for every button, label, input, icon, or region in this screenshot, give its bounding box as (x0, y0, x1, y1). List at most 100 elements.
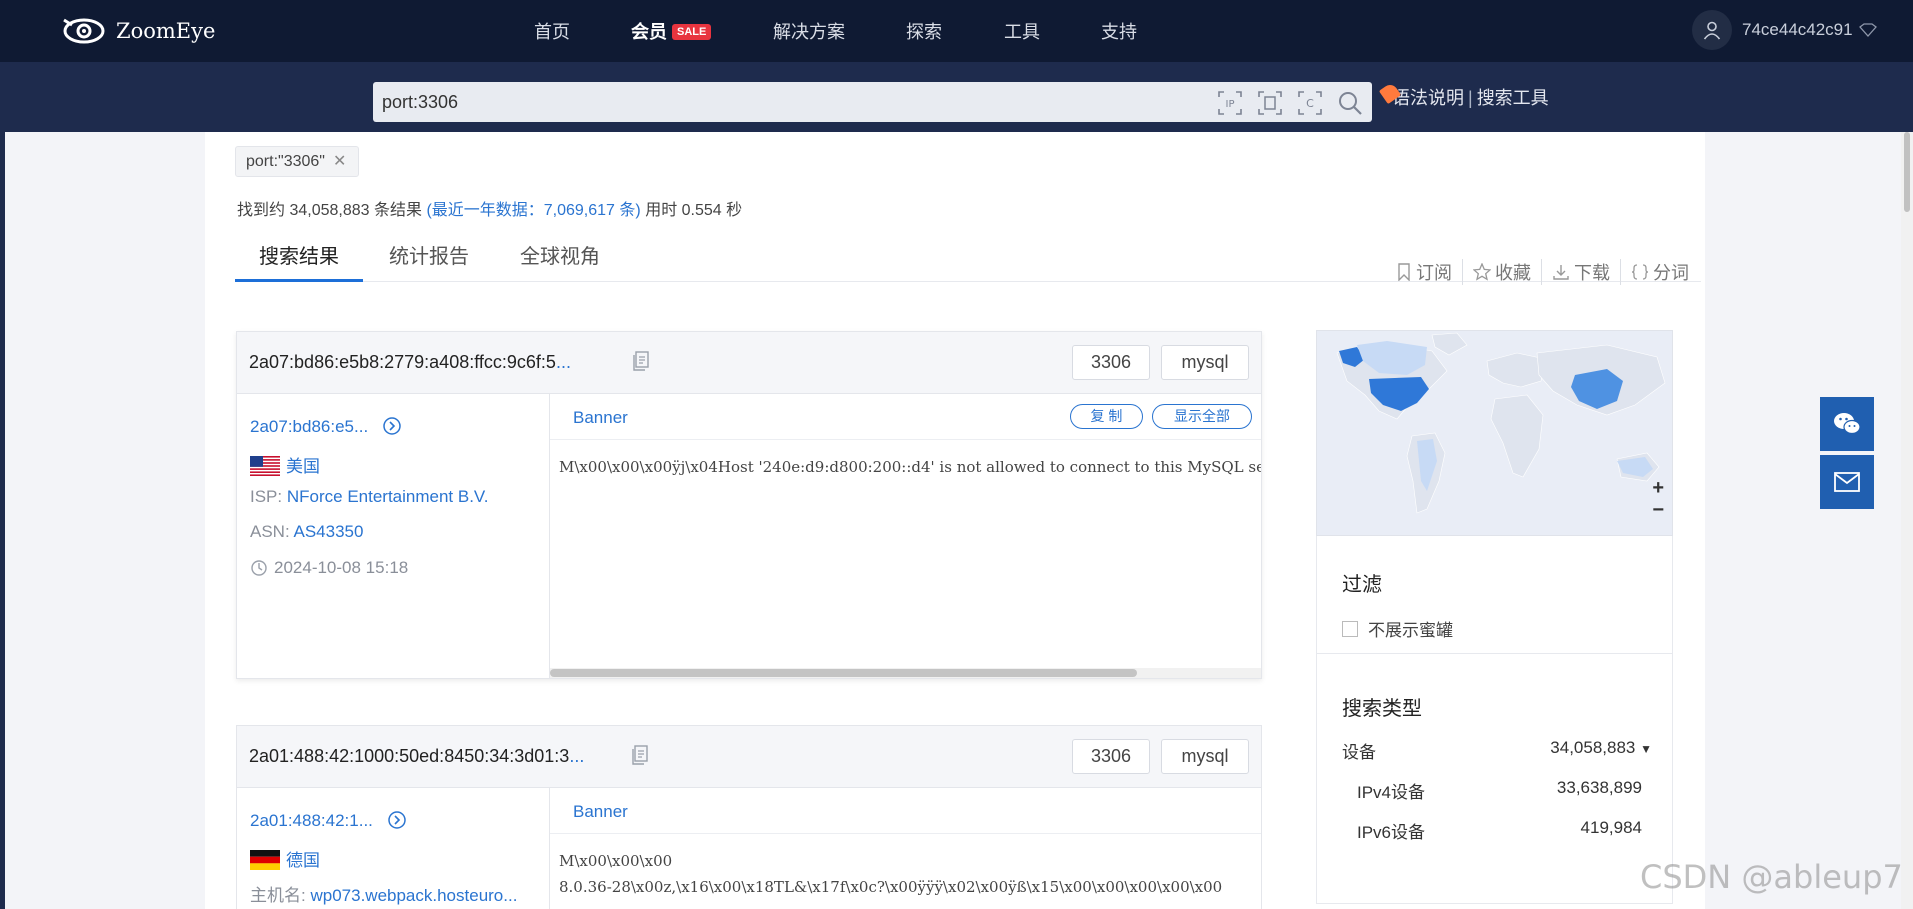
result-ip-short[interactable]: 2a07:bd86:e5... (250, 416, 402, 437)
scrollbar-thumb[interactable] (550, 669, 1137, 677)
user-menu[interactable]: 74ce44c42c91 (1692, 10, 1877, 50)
braces-icon (1631, 264, 1649, 280)
ipv4-label: IPv4设备 (1357, 783, 1426, 802)
port-pill[interactable]: 3306 (1072, 345, 1150, 380)
isp-link[interactable]: NForce Entertainment B.V. (287, 487, 489, 506)
nav-explore[interactable]: 探索 (906, 18, 942, 44)
tab-global-view[interactable]: 全球视角 (496, 242, 624, 282)
isp-label: ISP: (250, 487, 283, 506)
tokenize-button[interactable]: 分词 (1620, 259, 1699, 285)
result-stats: 找到约 34,058,883 条结果 (最近一年数据：7,069,617 条) … (237, 196, 742, 220)
query-tag[interactable]: port:"3306" ✕ (235, 146, 360, 177)
star-icon (1473, 263, 1491, 281)
ipv4-count: 33,638,899 (1556, 778, 1642, 797)
sale-badge: SALE (672, 24, 712, 40)
result-actions: 订阅 收藏 下载 分词 (1386, 259, 1699, 285)
nav-home[interactable]: 首页 (534, 18, 570, 44)
nav-member-label: 会员 (631, 22, 667, 42)
filter-title: 过滤 (1342, 574, 1382, 596)
result-card: 2a01:488:42:1000:50ed:8450:34:3d01:3... … (236, 725, 1262, 909)
banner-text[interactable]: M\x00\x00\x00 8.0.36-28\x00z,\x16\x00\x1… (559, 848, 1261, 900)
result-card-body: 2a07:bd86:e5... 美国 ISP: NForce Entertain… (237, 394, 1261, 678)
svg-text:C: C (1306, 97, 1314, 110)
favorite-label: 收藏 (1495, 263, 1531, 283)
ipv6-row[interactable]: IPv6设备 419,984 (1357, 818, 1642, 843)
arrow-circle-icon[interactable] (387, 810, 407, 830)
main-nav: 首页 会员 SALE 解决方案 探索 工具 支持 (0, 0, 1913, 62)
ip-short-label: 2a07:bd86:e5... (250, 417, 369, 436)
result-ip-title[interactable]: 2a01:488:42:1000:50ed:8450:34:3d01:3... (249, 746, 584, 767)
map-zoom-in[interactable]: + (1652, 477, 1664, 500)
divider (550, 439, 1261, 440)
map-zoom-out[interactable]: − (1652, 499, 1664, 522)
close-icon[interactable]: ✕ (333, 153, 346, 170)
service-pill[interactable]: mysql (1161, 345, 1249, 380)
search-icon[interactable] (1335, 88, 1364, 117)
result-card-header: 2a01:488:42:1000:50ed:8450:34:3d01:3... … (237, 726, 1261, 788)
ipv6-label: IPv6设备 (1357, 823, 1426, 842)
cert-search-icon[interactable]: C (1295, 88, 1324, 117)
copy-banner-button[interactable]: 复 制 (1070, 404, 1143, 429)
result-meta: 2a07:bd86:e5... 美国 ISP: NForce Entertain… (237, 394, 550, 678)
host-label: 主机名: (250, 886, 306, 905)
result-ip-title[interactable]: 2a07:bd86:e5b8:2779:a408:ffcc:9c6f:5... (249, 352, 571, 373)
download-button[interactable]: 下载 (1541, 259, 1620, 285)
us-flag-icon (250, 456, 280, 476)
tab-stats-report[interactable]: 统计报告 (365, 242, 493, 282)
copy-icon[interactable] (632, 351, 650, 376)
tokenize-label: 分词 (1653, 263, 1689, 283)
ip-short-label: 2a01:488:42:1... (250, 811, 373, 830)
service-pill[interactable]: mysql (1161, 739, 1249, 774)
banner-section: Banner 复 制 显示全部 M\x00\x00\x00ÿj\x04Host … (550, 394, 1261, 678)
time-value: 2024-10-08 15:18 (274, 558, 409, 577)
nav-solutions[interactable]: 解决方案 (773, 18, 845, 44)
arrow-circle-icon[interactable] (382, 416, 402, 436)
mail-icon (1834, 472, 1860, 492)
nav-support[interactable]: 支持 (1101, 18, 1137, 44)
honeypot-checkbox[interactable]: 不展示蜜罐 (1342, 616, 1453, 641)
result-country[interactable]: 德国 (250, 846, 320, 871)
result-ip: 2a01:488:42:1000:50ed:8450:34:3d01:3 (249, 746, 570, 766)
copy-icon[interactable] (631, 745, 649, 770)
banner-section: Banner M\x00\x00\x00 8.0.36-28\x00z,\x16… (550, 788, 1261, 909)
vertical-scrollbar[interactable] (1901, 132, 1913, 909)
search-type-title: 搜索类型 (1342, 698, 1422, 720)
search-tools-link[interactable]: 搜索工具 (1477, 88, 1549, 108)
search-query[interactable]: port:3306 (382, 82, 458, 122)
horizontal-scrollbar[interactable] (550, 668, 1261, 678)
ipv4-row[interactable]: IPv4设备 33,638,899 (1357, 778, 1642, 803)
result-country[interactable]: 美国 (250, 452, 320, 477)
asn-link[interactable]: AS43350 (293, 522, 363, 541)
checkbox-icon[interactable] (1342, 620, 1358, 637)
nav-tools[interactable]: 工具 (1004, 18, 1040, 44)
domain-search-icon[interactable] (1255, 88, 1284, 117)
device-row[interactable]: 设备 34,058,883 ▼ (1342, 738, 1652, 763)
result-ip-short[interactable]: 2a01:488:42:1... (250, 810, 407, 831)
wechat-button[interactable] (1820, 397, 1874, 451)
email-button[interactable] (1820, 455, 1874, 509)
watermark: CSDN @ableup7 (1640, 858, 1903, 896)
search-input[interactable]: port:3306 IP C (373, 82, 1372, 122)
scrollbar-thumb[interactable] (1904, 132, 1910, 212)
show-all-button[interactable]: 显示全部 (1152, 404, 1252, 429)
ip-search-icon[interactable]: IP (1215, 88, 1244, 117)
search-band: port:3306 IP C 语法说明 | 搜索工具 (0, 62, 1913, 132)
host-link[interactable]: wp073.webpack.hosteuro... (310, 886, 517, 905)
svg-text:IP: IP (1225, 99, 1234, 110)
recent-data-link[interactable]: (最近一年数据：7,069,617 条) (426, 202, 640, 219)
top-navbar: ZoomEye 首页 会员 SALE 解决方案 探索 工具 支持 74ce44c4… (0, 0, 1913, 62)
filter-section: 过滤 不展示蜜罐 (1316, 536, 1673, 654)
syntax-help-link[interactable]: 语法说明 (1392, 88, 1464, 108)
world-map[interactable]: + − (1316, 330, 1673, 536)
subscribe-label: 订阅 (1416, 263, 1452, 283)
result-card: 2a07:bd86:e5b8:2779:a408:ffcc:9c6f:5... … (236, 331, 1262, 679)
favorite-button[interactable]: 收藏 (1462, 259, 1541, 285)
banner-text[interactable]: M\x00\x00\x00ÿj\x04Host '240e:d9:d800:20… (559, 454, 1261, 480)
clock-icon (251, 560, 267, 576)
result-ip: 2a07:bd86:e5b8:2779:a408:ffcc:9c6f:5 (249, 352, 556, 372)
tab-search-results[interactable]: 搜索结果 (235, 242, 363, 282)
port-pill[interactable]: 3306 (1072, 739, 1150, 774)
nav-member[interactable]: 会员 SALE (631, 18, 712, 44)
avatar[interactable] (1692, 10, 1732, 50)
subscribe-button[interactable]: 订阅 (1386, 259, 1462, 285)
